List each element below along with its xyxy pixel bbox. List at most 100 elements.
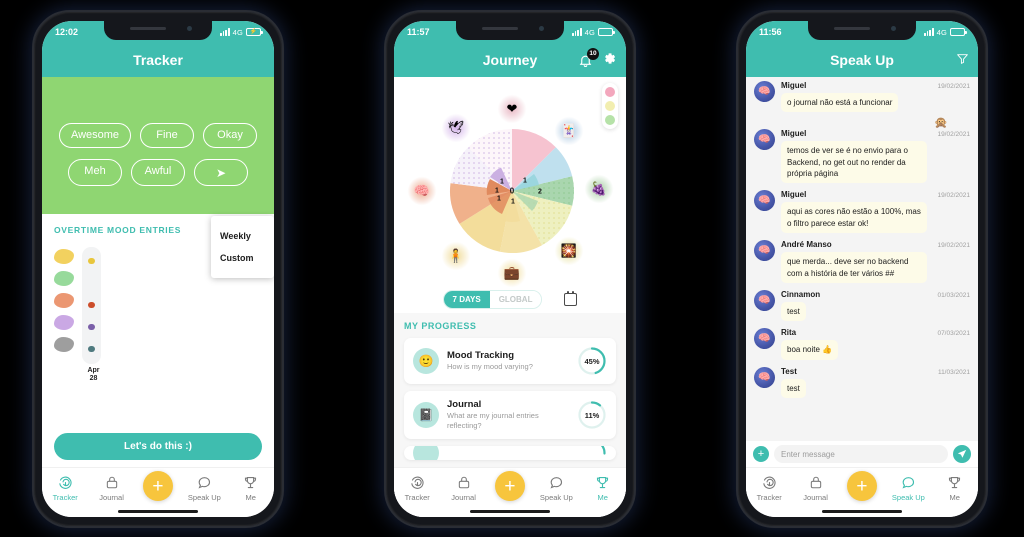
- plus-icon[interactable]: +: [846, 471, 877, 501]
- chat-bubble-icon: [549, 474, 564, 491]
- mood-button-fine[interactable]: Fine: [140, 123, 194, 149]
- progress-card-mood-tracking[interactable]: 🙂 Mood Tracking How is my mood varying? …: [404, 338, 616, 384]
- earpiece-speaker: [130, 27, 166, 30]
- segment-value: 1: [523, 177, 527, 185]
- chat-message: 🧠 Rita 07/03/2021 boa noite 👍: [754, 328, 970, 360]
- progress-card-journal[interactable]: 📓 Journal What are my journal entries re…: [404, 391, 616, 440]
- add-attachment-button[interactable]: +: [753, 446, 769, 462]
- message-header: André Manso 19/02/2021: [781, 240, 970, 249]
- message-body: Miguel 19/02/2021 aqui as cores não estã…: [781, 190, 970, 234]
- battery-charging-icon: ⚡: [246, 28, 263, 36]
- notification-badge: 10: [587, 47, 599, 60]
- category-icon-briefcase[interactable]: 💼: [497, 258, 527, 288]
- nav-item-speakup[interactable]: Speak Up: [533, 474, 579, 502]
- tracker-icon: [410, 474, 425, 491]
- message-input-bar: + Enter message: [746, 441, 978, 467]
- message-date: 11/03/2021: [937, 368, 970, 376]
- nav-item-journal[interactable]: Journal: [792, 474, 838, 502]
- toggle-option-global[interactable]: GLOBAL: [489, 291, 542, 308]
- nav-item-journal[interactable]: Journal: [440, 474, 486, 502]
- mood-button-awful[interactable]: Awful: [131, 159, 185, 186]
- app-header-journey: Journey 10: [394, 43, 626, 77]
- nav-label: Speak Up: [187, 493, 221, 502]
- progress-ring-partial: [577, 446, 607, 461]
- overtime-mood-entries-section: OVERTIME MOOD ENTRIES Apr 28 Weekly Cust…: [42, 214, 274, 383]
- lock-icon: [809, 474, 823, 491]
- category-icon-brain[interactable]: 🧠: [407, 176, 437, 206]
- avatar: 🧠: [754, 328, 775, 350]
- nav-label: Tracker: [52, 493, 78, 502]
- nav-item-me[interactable]: Me: [580, 474, 626, 502]
- send-message-button[interactable]: [953, 445, 971, 463]
- mood-icon: 🙂: [413, 348, 439, 374]
- send-icon: ➤: [215, 166, 227, 181]
- mood-selection-panel: Awesome Fine Okay Meh Awful ➤: [42, 77, 274, 214]
- avatar: 🧠: [754, 289, 775, 311]
- nav-item-tracker[interactable]: Tracker: [394, 474, 440, 502]
- category-icon-heart[interactable]: ❤: [497, 94, 527, 124]
- avatar: 🧠: [754, 190, 775, 212]
- nav-item-add[interactable]: +: [135, 471, 181, 501]
- dropdown-option-custom[interactable]: Custom: [211, 247, 274, 269]
- message-author: Rita: [781, 328, 797, 338]
- chat-message-list[interactable]: 🧠 Miguel 19/02/2021 o journal não está a…: [746, 77, 978, 491]
- message-body: André Manso 19/02/2021 que merda... deve…: [781, 240, 970, 283]
- lets-do-this-button[interactable]: Let's do this :): [54, 433, 262, 460]
- nav-label: Journal: [99, 493, 124, 502]
- earpiece-speaker: [482, 27, 518, 30]
- entry-slot: [84, 298, 99, 313]
- category-icon-person[interactable]: 🧍: [441, 241, 471, 271]
- mood-button-okay[interactable]: Okay: [203, 123, 257, 149]
- segment-value: 1: [500, 178, 504, 186]
- mood-button-awesome[interactable]: Awesome: [59, 123, 131, 149]
- lock-icon: [105, 474, 119, 491]
- chat-bubble-icon: [197, 474, 212, 491]
- message-date: 07/03/2021: [937, 330, 970, 338]
- message-date: 19/02/2021: [937, 192, 970, 200]
- chat-message: 🧠 Miguel 19/02/2021 temos de ver se é no…: [754, 129, 970, 184]
- message-input[interactable]: Enter message: [774, 445, 948, 463]
- notifications-button[interactable]: 10: [578, 47, 599, 68]
- nav-item-tracker[interactable]: Tracker: [42, 474, 88, 502]
- mood-button-meh[interactable]: Meh: [68, 159, 122, 186]
- category-icon-bird[interactable]: 🕊: [441, 113, 471, 143]
- category-icon-grapes[interactable]: 🍇: [584, 174, 614, 204]
- nav-item-me[interactable]: Me: [932, 474, 978, 502]
- nav-item-tracker[interactable]: Tracker: [746, 474, 792, 502]
- send-icon: [957, 449, 967, 458]
- message-bubble: que merda... deve ser no backend com a h…: [781, 252, 927, 283]
- calendar-icon[interactable]: [564, 291, 578, 306]
- day-column-apr-28[interactable]: [82, 246, 101, 364]
- send-mood-button[interactable]: ➤: [194, 159, 248, 186]
- settings-button[interactable]: [602, 51, 617, 69]
- nav-item-add[interactable]: +: [839, 471, 885, 501]
- plus-icon[interactable]: +: [142, 471, 173, 501]
- category-icon-celebration[interactable]: 🎇: [554, 236, 584, 266]
- page-title: Tracker: [133, 52, 183, 68]
- dropdown-option-weekly[interactable]: Weekly: [211, 225, 274, 247]
- filter-icon[interactable]: [956, 52, 969, 68]
- mood-wheel[interactable]: 1 1 2 1 1 1 0 ❤ 🕊 🃏 🧠 🍇 🧍 💼 🎇: [394, 83, 626, 288]
- plus-icon[interactable]: +: [494, 471, 525, 501]
- message-reaction[interactable]: 🙊: [754, 116, 970, 129]
- toggle-option-7days[interactable]: 7 DAYS: [443, 291, 490, 308]
- range-toggle[interactable]: 7 DAYS GLOBAL: [442, 290, 543, 309]
- nav-item-speakup[interactable]: Speak Up: [885, 474, 931, 502]
- nav-label: Me: [597, 493, 608, 502]
- range-dropdown-menu[interactable]: Weekly Custom: [211, 215, 274, 278]
- nav-item-add[interactable]: +: [487, 471, 533, 501]
- message-header: Rita 07/03/2021: [781, 328, 970, 337]
- category-icon-cards[interactable]: 🃏: [554, 116, 584, 146]
- progress-card-partial[interactable]: [404, 446, 616, 461]
- nav-item-speakup[interactable]: Speak Up: [181, 474, 227, 502]
- segment-value: 1: [511, 198, 515, 206]
- status-right: 4G ⚡: [219, 28, 263, 37]
- segment-value: 1: [495, 187, 499, 195]
- nav-item-journal[interactable]: Journal: [88, 474, 134, 502]
- mood-blob-sad: [54, 336, 74, 352]
- nav-item-me[interactable]: Me: [228, 474, 274, 502]
- chat-bubble-icon: [901, 474, 916, 491]
- screen-journey: 11:57 4G Journey 10 1 1 2 1 1 1 0 ❤ 🕊 🃏 …: [394, 21, 626, 517]
- mood-blob-angry: [54, 292, 74, 308]
- message-body: Miguel 19/02/2021 o journal não está a f…: [781, 81, 970, 113]
